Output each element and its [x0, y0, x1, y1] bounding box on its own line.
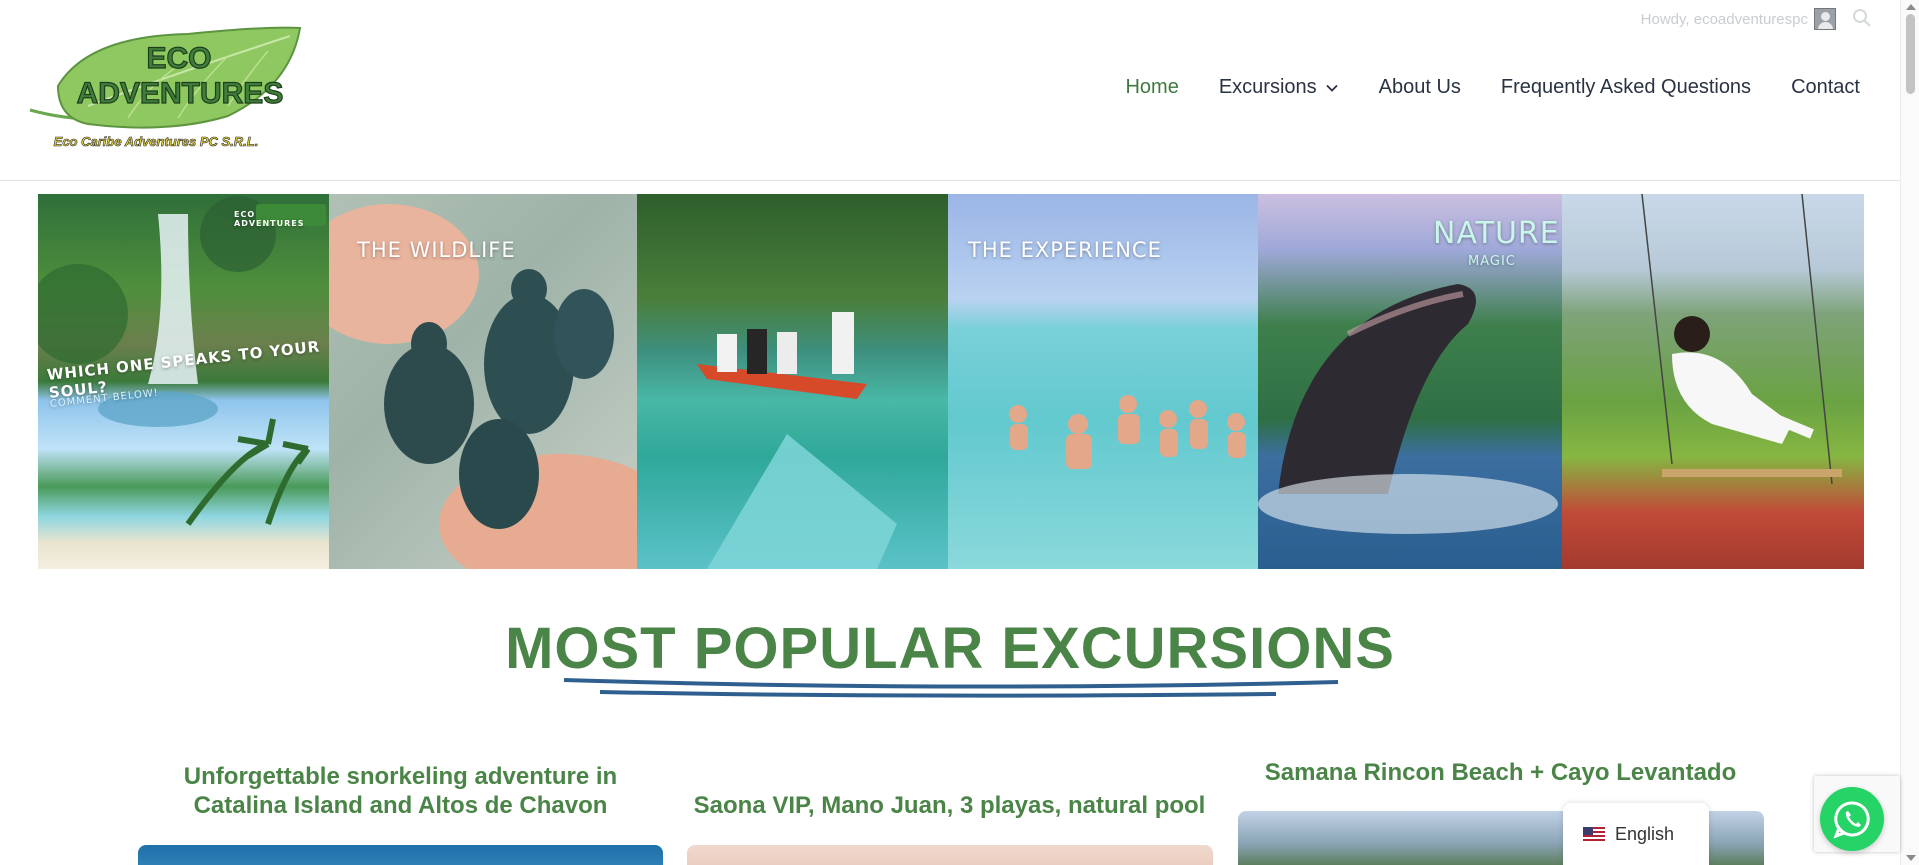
nav-excursions-label[interactable]: Excursions — [1219, 76, 1317, 99]
hero-collage-banner[interactable]: ECO ADVENTURES WHICH ONE SPEAKS TO YOUR … — [38, 194, 1864, 569]
nav-about-us[interactable]: About Us — [1379, 76, 1461, 99]
scrollbar-thumb[interactable] — [1906, 14, 1915, 94]
caption-nature: NATURE — [1433, 216, 1560, 251]
scroll-down-arrow-icon[interactable] — [1906, 855, 1916, 861]
banner-panel-wildlife: THE WILDLIFE — [329, 194, 637, 569]
banner-panel-nature: NATURE MAGIC — [1258, 194, 1562, 569]
whatsapp-icon — [1833, 801, 1870, 839]
main-nav: Home Excursions About Us Frequently Aske… — [1125, 76, 1860, 99]
avatar[interactable] — [1814, 8, 1836, 30]
nav-home[interactable]: Home — [1125, 76, 1178, 99]
language-switcher[interactable]: English — [1563, 803, 1709, 865]
banner-panel-experience: THE EXPERIENCE — [948, 194, 1258, 569]
chevron-down-icon[interactable] — [1325, 81, 1339, 95]
scroll-up-arrow-icon[interactable] — [1906, 4, 1916, 10]
nav-about-label[interactable]: About Us — [1379, 76, 1461, 99]
search-icon[interactable] — [1852, 8, 1872, 28]
nav-faq[interactable]: Frequently Asked Questions — [1501, 76, 1751, 99]
banner-panel-boat — [637, 194, 948, 569]
banner-panel-waterfall: ECO ADVENTURES WHICH ONE SPEAKS TO YOUR … — [38, 194, 329, 569]
svg-text:Eco Caribe Adventures PC S.R.L: Eco Caribe Adventures PC S.R.L. — [54, 134, 259, 149]
howdy-label[interactable]: Howdy, ecoadventurespc — [1641, 11, 1808, 28]
svg-text:ECO: ECO — [146, 42, 211, 75]
caption-magic: MAGIC — [1468, 254, 1516, 269]
nav-excursions[interactable]: Excursions — [1219, 76, 1339, 99]
site-header: ECO ADVENTURES Eco Caribe Adventures PC … — [0, 0, 1900, 181]
language-label[interactable]: English — [1615, 824, 1674, 845]
nav-contact-label[interactable]: Contact — [1791, 76, 1860, 99]
title-underline-decoration — [563, 678, 1339, 698]
us-flag-icon — [1583, 826, 1605, 842]
card-image-saona[interactable] — [687, 845, 1213, 865]
whatsapp-button[interactable] — [1820, 787, 1884, 851]
card-title-saona[interactable]: Saona VIP, Mano Juan, 3 playas, natural … — [687, 791, 1212, 820]
banner-panel-swing — [1562, 194, 1864, 569]
caption-the-wildlife: THE WILDLIFE — [357, 238, 516, 262]
admin-howdy[interactable]: Howdy, ecoadventurespc — [1641, 8, 1836, 30]
swing-illustration — [1641, 194, 1842, 485]
nav-home-label[interactable]: Home — [1125, 76, 1178, 99]
nav-faq-label[interactable]: Frequently Asked Questions — [1501, 76, 1751, 99]
boat-lagoon-illustration — [697, 312, 897, 569]
nav-contact[interactable]: Contact — [1791, 76, 1860, 99]
eco-badge: ECO ADVENTURES — [234, 210, 305, 228]
svg-text:ADVENTURES: ADVENTURES — [77, 77, 284, 110]
card-title-samana[interactable]: Samana Rincon Beach + Cayo Levantado — [1238, 758, 1763, 787]
card-image-catalina[interactable] — [138, 845, 663, 865]
page-scrollbar[interactable] — [1900, 0, 1919, 865]
card-title-catalina[interactable]: Unforgettable snorkeling adventure in Ca… — [138, 762, 663, 820]
caption-the-experience: THE EXPERIENCE — [968, 238, 1162, 262]
eco-adventures-logo[interactable]: ECO ADVENTURES Eco Caribe Adventures PC … — [28, 26, 308, 154]
